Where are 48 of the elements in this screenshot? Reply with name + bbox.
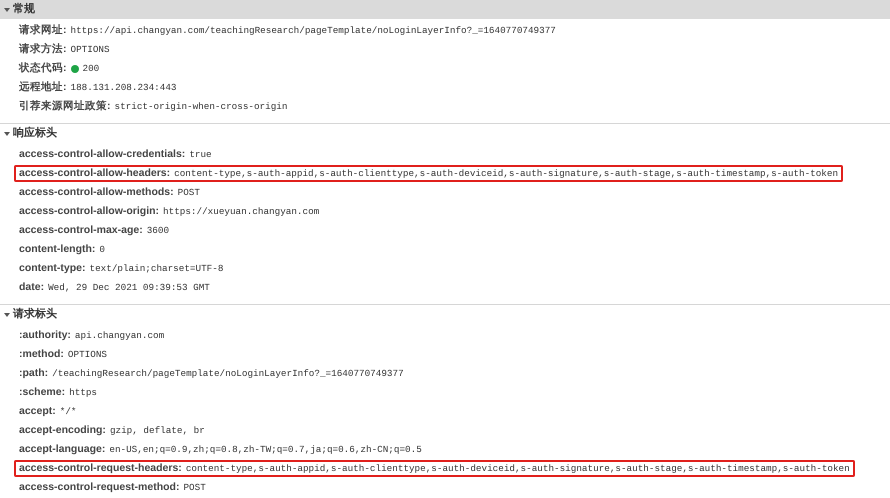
header-name: :scheme:	[19, 384, 66, 400]
header-name: 状态代码:	[19, 60, 66, 76]
header-value: 3600	[146, 224, 170, 238]
header-name: :authority:	[19, 328, 71, 343]
header-name: 远程地址:	[19, 80, 66, 95]
header-name: access-control-request-method:	[19, 480, 180, 495]
header-value: en-US,en;q=0.9,zh;q=0.8,zh-TW;q=0.7,ja;q=0.6,zh-CN;q=0.5	[109, 442, 422, 456]
header-name: access-control-max-age:	[19, 222, 143, 238]
header-value: api.changyan.com	[74, 328, 164, 342]
header-value: https	[69, 386, 98, 400]
section-header[interactable]: 常规	[0, 0, 890, 19]
header-value: */*	[60, 404, 77, 418]
header-name: content-type:	[19, 260, 86, 276]
header-value: 0	[99, 242, 105, 256]
header-value: /teachingResearch/pageTemplate/noLoginLayerInfo?_=1640770749377	[52, 366, 404, 380]
expanded-triangle-icon	[4, 312, 10, 318]
header-name: accept:	[19, 404, 56, 419]
header-value: strict-origin-when-cross-origin	[114, 100, 288, 114]
header-value: OPTIONS	[68, 348, 107, 362]
header-value: content-type,s-auth-appid,s-auth-clienttype,s-auth-deviceid,s-auth-signature,s-auth-stage,s-auth-timestamp,s-auth-token	[174, 166, 838, 180]
header-name: :path:	[19, 366, 48, 381]
header-value: OPTIONS	[70, 42, 110, 56]
header-name: 引荐来源网址政策:	[19, 98, 110, 114]
header-name: content-length:	[19, 242, 96, 257]
header-value: POST	[183, 480, 206, 494]
header-name: accept-language:	[19, 442, 106, 457]
header-value: https://xueyuan.changyan.com	[163, 204, 320, 218]
header-value: 200	[82, 62, 100, 76]
header-value: https://api.changyan.com/teachingResearch/pageTemplate/noLoginLayerInfo?_=1640770749377	[70, 24, 556, 38]
header-value: gzip, deflate, br	[110, 424, 205, 438]
expanded-triangle-icon	[4, 6, 10, 12]
expanded-triangle-icon	[4, 130, 10, 136]
header-name: access-control-allow-origin:	[19, 204, 160, 219]
header-value: POST	[178, 186, 200, 200]
header-name: 请求网址:	[19, 22, 66, 38]
header-value: true	[189, 148, 212, 162]
header-value: text/plain;charset=UTF-8	[90, 262, 224, 276]
header-name: :method:	[19, 346, 64, 362]
header-value: 188.131.208.234:443	[70, 80, 177, 94]
header-name: date:	[19, 280, 44, 295]
header-name: 请求方法:	[19, 42, 66, 57]
header-name: access-control-allow-credentials:	[19, 146, 186, 162]
header-name: accept-encoding:	[19, 422, 106, 438]
header-name: access-control-request-headers:	[19, 460, 182, 476]
header-value: content-type,s-auth-appid,s-auth-clienttype,s-auth-deviceid,s-auth-signature,s-auth-stage,s-auth-timestamp,s-auth-token	[186, 462, 850, 476]
header-name: access-control-allow-methods:	[19, 184, 174, 200]
header-name: access-control-allow-headers:	[19, 166, 170, 181]
header-value: Wed, 29 Dec 2021 09:39:53 GMT	[48, 280, 210, 294]
